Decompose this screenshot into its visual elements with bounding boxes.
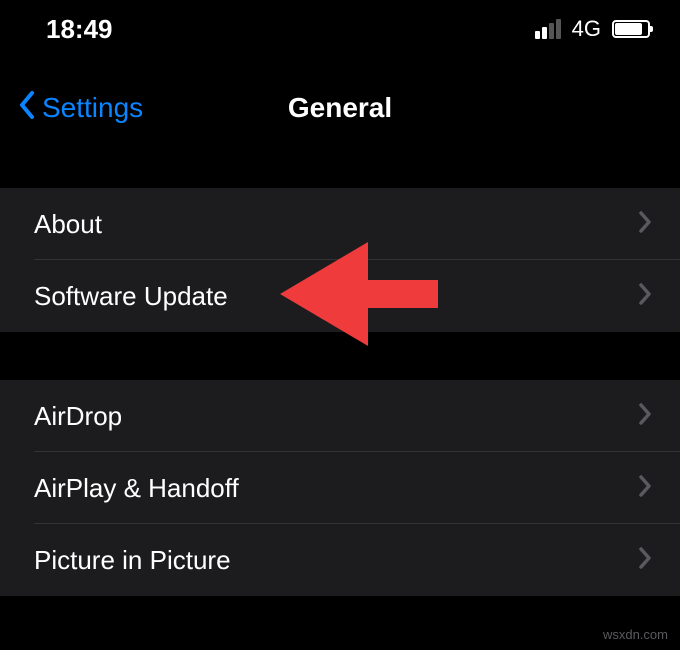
row-airplay-handoff[interactable]: AirPlay & Handoff bbox=[0, 452, 680, 524]
status-time: 18:49 bbox=[46, 14, 113, 45]
list-group-2: AirDrop AirPlay & Handoff Picture in Pic… bbox=[0, 380, 680, 596]
row-airdrop[interactable]: AirDrop bbox=[0, 380, 680, 452]
row-label: AirPlay & Handoff bbox=[34, 473, 239, 504]
row-picture-in-picture[interactable]: Picture in Picture bbox=[0, 524, 680, 596]
row-label: AirDrop bbox=[34, 401, 122, 432]
chevron-right-icon bbox=[638, 475, 652, 502]
watermark: wsxdn.com bbox=[603, 627, 668, 642]
section-gap bbox=[0, 332, 680, 380]
chevron-right-icon bbox=[638, 211, 652, 238]
row-label: About bbox=[34, 209, 102, 240]
row-label: Software Update bbox=[34, 281, 228, 312]
battery-icon bbox=[612, 20, 650, 38]
row-label: Picture in Picture bbox=[34, 545, 231, 576]
section-gap bbox=[0, 140, 680, 188]
network-label: 4G bbox=[572, 16, 601, 42]
page-title: General bbox=[288, 92, 392, 124]
chevron-right-icon bbox=[638, 403, 652, 430]
status-bar: 18:49 4G bbox=[0, 0, 680, 56]
chevron-right-icon bbox=[638, 547, 652, 574]
signal-icon bbox=[535, 19, 561, 39]
row-about[interactable]: About bbox=[0, 188, 680, 260]
chevron-right-icon bbox=[638, 283, 652, 310]
back-label: Settings bbox=[42, 92, 143, 124]
row-software-update[interactable]: Software Update bbox=[0, 260, 680, 332]
status-indicators: 4G bbox=[535, 16, 650, 42]
chevron-left-icon bbox=[18, 90, 36, 127]
list-group-1: About Software Update bbox=[0, 188, 680, 332]
back-button[interactable]: Settings bbox=[18, 90, 143, 127]
nav-bar: Settings General bbox=[0, 76, 680, 140]
